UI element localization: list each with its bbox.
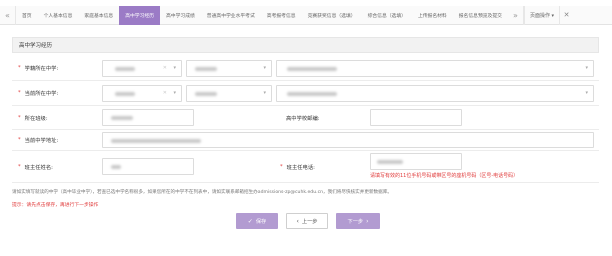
class-input[interactable]: [102, 109, 194, 126]
form-row-address: * 当前中学地址:: [12, 130, 599, 151]
tab-upload-materials[interactable]: 上传报名材料: [412, 6, 453, 25]
tab-family-info[interactable]: 家庭基本信息: [78, 6, 119, 25]
tab-home[interactable]: 首页: [16, 6, 38, 25]
class-label: * 所在班级:: [18, 106, 48, 129]
tabs-next-arrow-icon[interactable]: »: [508, 5, 524, 25]
tab-bar: « 首页 个人基本信息 家庭基本信息 高中学习经历 高中学习成绩 普通高中学业水…: [0, 5, 612, 25]
chevron-down-icon: ▾: [173, 65, 176, 71]
required-mark: *: [18, 163, 21, 170]
tab-competition-awards[interactable]: 竞赛获奖信息（选填）: [302, 6, 362, 25]
address-input[interactable]: [102, 132, 594, 148]
current-school-label-text: 当前所在中学:: [24, 91, 59, 97]
chevron-down-icon: ▾: [263, 90, 266, 96]
chevron-down-icon: ▾: [263, 65, 266, 71]
current-province-select[interactable]: ✕ ▾: [102, 85, 182, 102]
save-button[interactable]: ✓ 保存: [236, 213, 278, 229]
required-mark: *: [18, 114, 21, 121]
teacher-phone-input[interactable]: [370, 153, 462, 170]
tab-personal-info[interactable]: 个人基本信息: [38, 6, 79, 25]
teacher-phone-label: * 班主任电话:: [280, 151, 315, 182]
class-label-text: 所在班级:: [24, 115, 48, 122]
school-of-record-label: * 学籍所在中学:: [18, 56, 58, 80]
check-icon: ✓: [247, 217, 253, 225]
required-mark: *: [18, 65, 21, 71]
tab-preview-submit[interactable]: 报名信息预览及提交: [453, 6, 508, 25]
chevron-down-icon: ▾: [173, 90, 176, 96]
section-header: 高中学习经历: [12, 37, 599, 53]
close-icon[interactable]: ✕: [559, 5, 573, 25]
address-label: * 当前中学地址:: [18, 130, 58, 150]
tab-high-school-grades[interactable]: 高中学习成绩: [160, 6, 201, 25]
form-row-current-school: * 当前所在中学: ✕ ▾ ▾ ▾: [12, 81, 599, 106]
form-row-head-teacher: * 班主任姓名: * 班主任电话: 请填写有效的11位手机号码或带区号的座机号码…: [12, 151, 599, 183]
chevron-left-icon: ‹: [296, 217, 299, 225]
page-actions-dropdown[interactable]: 页面操作 ▾: [523, 5, 559, 25]
form-row-class-postcode: * 所在班级: 高中学校邮编:: [12, 106, 599, 130]
current-city-select[interactable]: ▾: [186, 85, 272, 102]
current-school-select[interactable]: ▾: [276, 85, 594, 102]
next-step-button[interactable]: 下一步 ›: [336, 213, 380, 229]
chevron-down-icon: ▾: [585, 90, 588, 96]
required-mark: *: [280, 163, 283, 170]
teacher-name-label-text: 班主任姓名:: [24, 164, 53, 171]
teacher-phone-error: 请填写有效的11位手机号码或带区号的座机号码（区号-电话号码）: [370, 173, 519, 179]
postcode-label: 高中学校邮编:: [286, 106, 320, 129]
required-mark: *: [18, 137, 21, 143]
chevron-right-icon: ›: [366, 217, 369, 225]
tabs-prev-arrow-icon[interactable]: «: [0, 5, 16, 25]
tab-high-school-experience[interactable]: 高中学习经历: [119, 5, 160, 25]
school-province-select[interactable]: ✕ ▾: [102, 60, 182, 77]
tab-academic-proficiency-test[interactable]: 普通高中学业水平考试: [201, 6, 261, 25]
teacher-phone-label-text: 班主任电话:: [286, 164, 315, 171]
tab-gaokao-info[interactable]: 高考报考信息: [261, 6, 302, 25]
address-label-text: 当前中学地址:: [24, 138, 59, 144]
teacher-name-input[interactable]: [102, 158, 194, 175]
school-name-select[interactable]: ▾: [276, 60, 594, 77]
section-title: 高中学习经历: [19, 43, 53, 49]
save-tip: 提示：请先点击保存，再进行下一步操作: [12, 203, 99, 208]
school-city-select[interactable]: ▾: [186, 60, 272, 77]
required-mark: *: [18, 90, 21, 96]
save-button-label: 保存: [255, 218, 267, 225]
previous-step-label: 上一步: [301, 218, 318, 225]
form-row-school-of-record: * 学籍所在中学: ✕ ▾ ▾ ▾: [12, 56, 599, 81]
previous-step-button[interactable]: ‹ 上一步: [286, 213, 328, 229]
tab-comprehensive-info[interactable]: 综合信息（选填）: [362, 6, 412, 25]
current-school-label: * 当前所在中学:: [18, 81, 58, 105]
teacher-name-label: * 班主任姓名:: [18, 151, 53, 182]
next-step-label: 下一步: [347, 218, 364, 225]
chevron-down-icon: ▾: [585, 65, 588, 71]
school-of-record-label-text: 学籍所在中学:: [24, 66, 59, 72]
postcode-label-text: 高中学校邮编:: [286, 115, 320, 122]
school-note: 请如实填写就读的中学（高中毕业中学），若查已选中学名称很多，如果您所在的中学不在…: [12, 190, 392, 195]
postcode-input[interactable]: [370, 109, 462, 126]
